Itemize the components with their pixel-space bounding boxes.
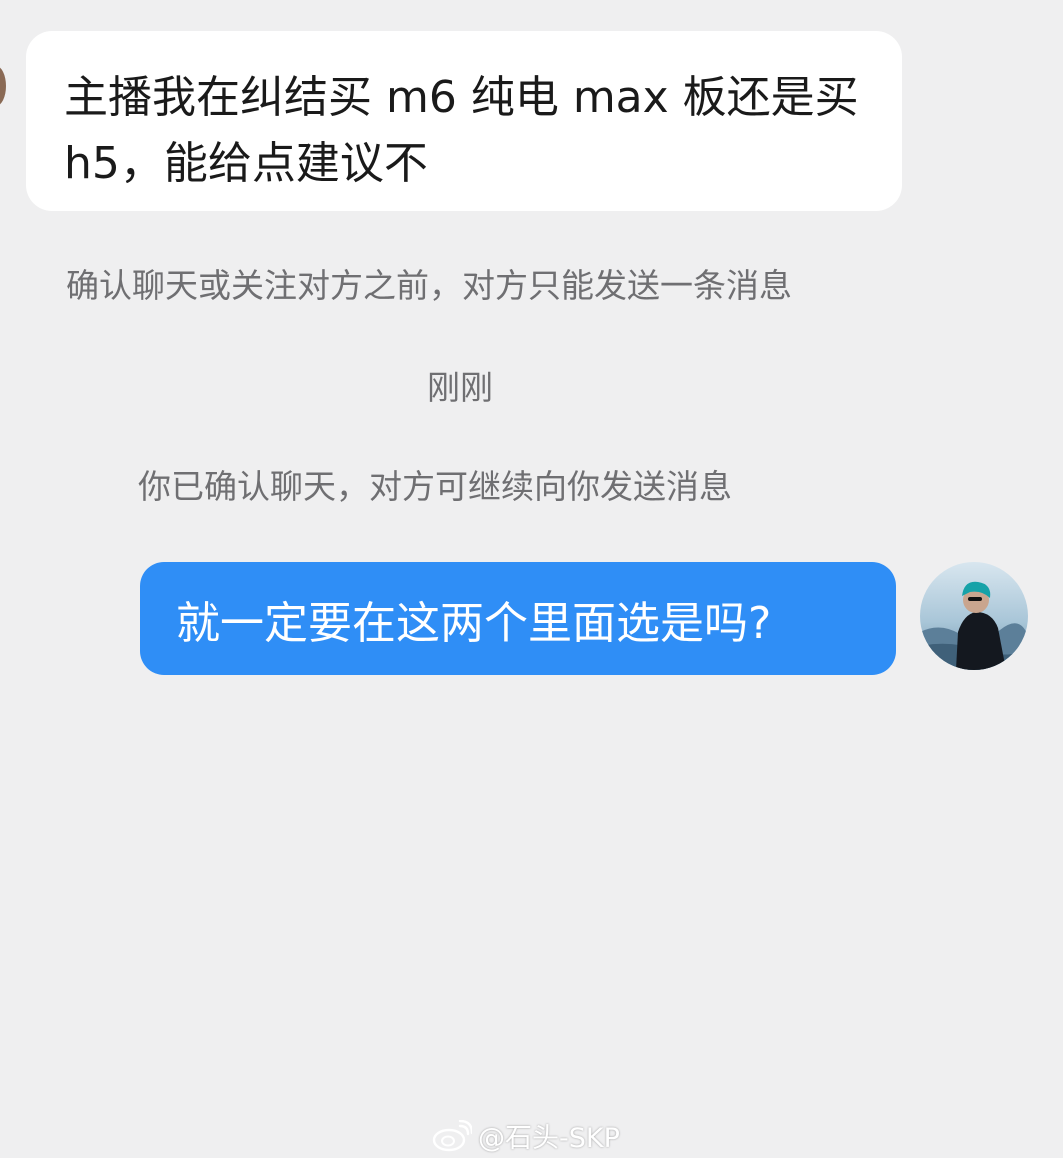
- chat-confirmed-notice: 你已确认聊天，对方可继续向你发送消息: [138, 467, 732, 506]
- peer-avatar[interactable]: [0, 66, 6, 106]
- message-limit-notice: 确认聊天或关注对方之前，对方只能发送一条消息: [66, 266, 792, 305]
- outgoing-message-bubble[interactable]: 就一定要在这两个里面选是吗?: [140, 562, 896, 675]
- watermark: @石头-SKP: [432, 1116, 620, 1155]
- incoming-message-text: 主播我在纠结买 m6 纯电 max 板还是买 h5，能给点建议不: [64, 72, 859, 189]
- avatar-photo: [920, 562, 1028, 670]
- self-avatar[interactable]: [920, 562, 1028, 670]
- outgoing-message-text: 就一定要在这两个里面选是吗?: [176, 597, 772, 649]
- weibo-icon: [432, 1119, 472, 1151]
- message-timestamp: 刚刚: [427, 368, 493, 407]
- incoming-message-bubble[interactable]: 主播我在纠结买 m6 纯电 max 板还是买 h5，能给点建议不: [26, 31, 902, 211]
- watermark-text: @石头-SKP: [478, 1123, 620, 1154]
